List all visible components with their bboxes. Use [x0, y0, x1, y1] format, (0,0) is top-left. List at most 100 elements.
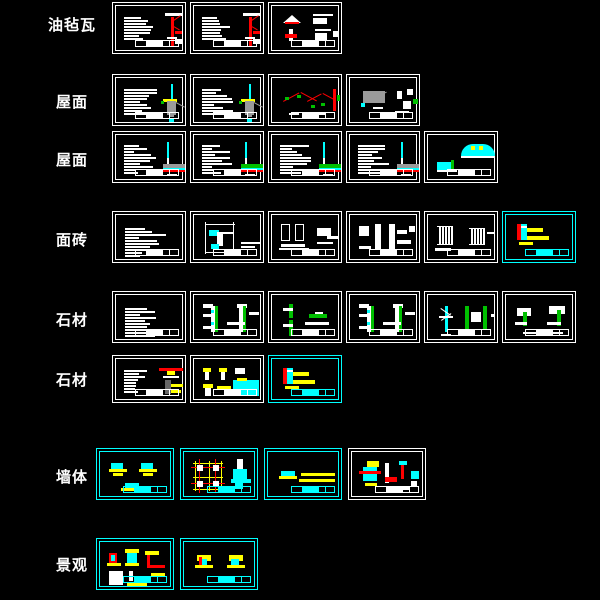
sheet-thumbnail[interactable] — [190, 74, 264, 126]
detail-shape — [471, 146, 475, 150]
detail-shape — [448, 226, 450, 244]
note-line — [124, 95, 149, 97]
title-block-cell — [292, 170, 304, 175]
sheet-thumbnail[interactable] — [180, 448, 258, 500]
sheet-thumbnail[interactable] — [190, 291, 264, 343]
sheet-thumbnail[interactable] — [268, 291, 342, 343]
title-block-cell — [459, 250, 475, 255]
sheet-thumbnail[interactable] — [346, 211, 420, 263]
sheet-thumbnail[interactable] — [112, 2, 186, 54]
title-block-cell — [136, 330, 148, 335]
note-line — [125, 246, 150, 248]
detail-shape — [295, 240, 304, 241]
sheet-thumbnail[interactable] — [348, 448, 426, 500]
note-line — [202, 29, 221, 31]
sheet-thumbnail[interactable] — [112, 211, 186, 263]
title-block-cell — [248, 390, 256, 395]
detail-shape — [205, 388, 211, 396]
note-line — [124, 17, 141, 19]
note-line — [124, 35, 139, 37]
detail-shape — [487, 232, 495, 234]
title-block-cell — [376, 487, 388, 492]
sheet-thumbnail[interactable] — [268, 74, 342, 126]
title-block-cell — [214, 250, 226, 255]
note-line — [358, 163, 389, 165]
sheet-thumbnail[interactable] — [346, 74, 420, 126]
note-line — [280, 157, 311, 159]
detail-shape — [107, 563, 121, 566]
sheet-thumbnail[interactable] — [268, 2, 342, 54]
sheet-thumbnail[interactable] — [424, 131, 498, 183]
note-line — [125, 317, 156, 319]
note-line — [125, 308, 147, 310]
sheet-thumbnail[interactable] — [268, 131, 342, 183]
detail-shape — [295, 224, 304, 225]
title-block-cell — [403, 487, 411, 492]
note-line — [358, 151, 378, 153]
sheet-thumbnail[interactable] — [424, 291, 498, 343]
sheet-thumbnail[interactable] — [502, 291, 576, 343]
title-block-cell — [151, 487, 159, 492]
sheet-thumbnail[interactable] — [112, 131, 186, 183]
sheet-thumbnail[interactable] — [190, 131, 264, 183]
title-block-cell — [248, 170, 256, 175]
anchor-point-marker — [367, 322, 370, 325]
detail-shape — [239, 101, 242, 104]
title-block-cell — [235, 487, 243, 492]
sheet-thumbnail[interactable] — [424, 211, 498, 263]
sheet-title-block — [291, 486, 335, 493]
detail-shape — [279, 476, 297, 479]
category-label-3: 屋面 — [55, 151, 88, 169]
detail-shape — [547, 322, 561, 325]
title-block-cell — [292, 41, 304, 46]
sheet-thumbnail[interactable] — [180, 538, 258, 590]
drawing-notes-block — [124, 17, 153, 40]
detail-shape — [127, 553, 137, 563]
sheet-thumbnail[interactable] — [190, 2, 264, 54]
note-line — [125, 314, 140, 316]
sheet-thumbnail[interactable] — [112, 74, 186, 126]
sheet-thumbnail[interactable] — [96, 538, 174, 590]
detail-shape — [281, 244, 305, 247]
title-block-cell — [135, 487, 151, 492]
title-block-cell — [147, 170, 163, 175]
title-block-cell — [404, 250, 412, 255]
sheet-thumbnail[interactable] — [112, 355, 186, 403]
sheet-title-block — [525, 329, 569, 336]
sheet-thumbnail[interactable] — [264, 448, 342, 500]
sheet-thumbnail[interactable] — [346, 291, 420, 343]
detail-shape — [385, 477, 397, 482]
detail-shape — [333, 89, 336, 111]
title-block-cell — [381, 330, 397, 335]
detail-shape — [465, 306, 469, 330]
title-block-cell — [170, 113, 178, 118]
note-line — [202, 151, 230, 153]
sheet-frame — [271, 77, 340, 123]
detail-shape — [167, 371, 175, 375]
sheet-thumbnail[interactable] — [268, 355, 342, 403]
sheet-title-block — [213, 389, 257, 396]
title-block-cell — [370, 250, 382, 255]
title-block-cell — [326, 41, 334, 46]
sheet-thumbnail[interactable] — [190, 211, 264, 263]
sheet-thumbnail[interactable] — [268, 211, 342, 263]
detail-shape — [327, 236, 339, 239]
sheet-thumbnail[interactable] — [346, 131, 420, 183]
sheet-thumbnail[interactable] — [190, 355, 264, 403]
title-block-cell — [319, 250, 327, 255]
sheet-thumbnail[interactable] — [96, 448, 174, 500]
sheet-thumbnail[interactable] — [112, 291, 186, 343]
note-line — [125, 231, 152, 233]
title-block-cell — [448, 330, 460, 335]
note-line — [124, 148, 147, 150]
title-block-cell — [170, 250, 178, 255]
note-line — [280, 154, 302, 156]
detail-shape — [241, 246, 255, 248]
detail-shape — [143, 473, 153, 476]
title-block-cell — [241, 250, 249, 255]
sheet-thumbnail[interactable] — [502, 211, 576, 263]
sheet-title-block — [291, 249, 335, 256]
title-block-cell — [560, 250, 568, 255]
note-line — [280, 145, 309, 147]
sheet-frame — [115, 214, 183, 260]
